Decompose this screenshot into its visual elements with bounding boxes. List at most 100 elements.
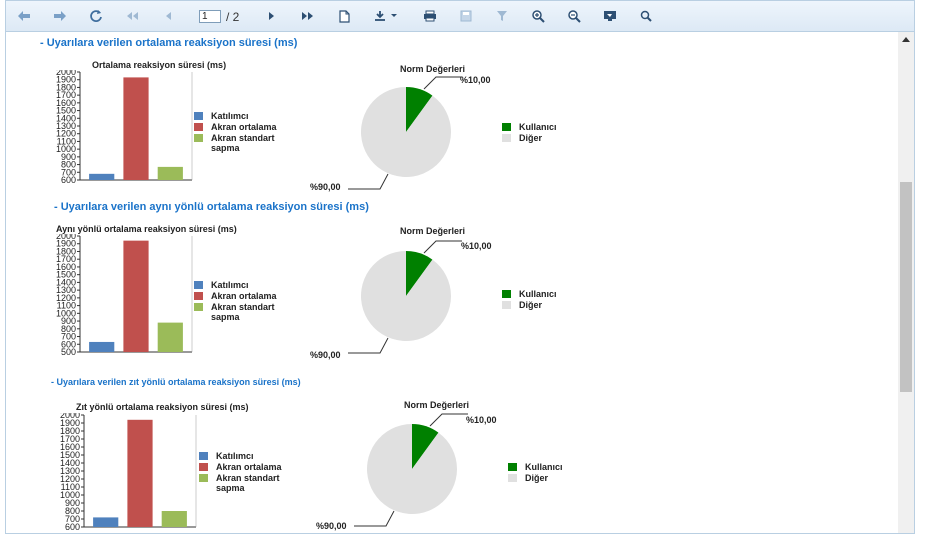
bar-legend: Katılımcı Akran ortalama Akran standart … xyxy=(199,451,288,494)
back-icon[interactable] xyxy=(14,7,34,25)
filter-icon[interactable] xyxy=(492,7,512,25)
save-icon[interactable] xyxy=(456,7,476,25)
page-total: / 2 xyxy=(226,10,240,24)
legend-item: Kullanıcı xyxy=(502,122,557,132)
download-icon[interactable] xyxy=(370,7,402,25)
legend-item: Akran ortalama xyxy=(199,462,288,472)
legend-label: Akran standart sapma xyxy=(211,302,275,322)
legend-item: Katılımcı xyxy=(194,280,283,290)
search-icon[interactable] xyxy=(636,7,656,25)
legend-label: Akran ortalama xyxy=(216,462,282,472)
screen-icon[interactable] xyxy=(600,7,620,25)
pie-legend: Kullanıcı Diğer xyxy=(508,462,563,484)
leader-line xyxy=(348,173,389,190)
legend-item: Diğer xyxy=(508,473,563,483)
section-title: - Uyarılara verilen zıt yönlü ortalama r… xyxy=(51,377,301,387)
pie-label-large: %90,00 xyxy=(316,521,347,531)
y-tick-label: 2000 xyxy=(56,234,76,241)
legend-item: Akran standart sapma xyxy=(199,473,288,493)
legend-label: Katılımcı xyxy=(216,451,254,461)
zoom-out-icon[interactable] xyxy=(564,7,584,25)
new-document-icon[interactable] xyxy=(334,7,354,25)
legend-swatch xyxy=(194,112,203,120)
next-page-icon[interactable] xyxy=(262,7,282,25)
y-tick-label: 2000 xyxy=(60,413,80,420)
bar-chart-title: Zıt yönlü ortalama reaksiyon süresi (ms) xyxy=(76,402,249,412)
pie-slice xyxy=(361,87,451,177)
bar-chart-title: Ortalama reaksiyon süresi (ms) xyxy=(92,60,227,70)
pie-legend: Kullanıcı Diğer xyxy=(502,122,557,144)
bar xyxy=(157,322,183,352)
print-icon[interactable] xyxy=(420,7,440,25)
legend-label: Akran ortalama xyxy=(211,291,277,301)
pie-slice xyxy=(367,424,457,514)
leader-line xyxy=(423,240,462,254)
legend-swatch xyxy=(502,301,511,309)
first-page-icon[interactable] xyxy=(122,7,142,25)
legend-item: Kullanıcı xyxy=(508,462,563,472)
legend-swatch xyxy=(194,303,203,311)
legend-label: Katılımcı xyxy=(211,111,249,121)
pie-label-large: %90,00 xyxy=(310,182,341,192)
bar-chart: 6007008009001000110012001300140015001600… xyxy=(56,70,193,185)
section-title: - Uyarılara verilen aynı yönlü ortalama … xyxy=(54,201,369,213)
bar-chart: 6007008009001000110012001300140015001600… xyxy=(60,413,197,532)
legend-label: Akran standart sapma xyxy=(211,133,275,153)
pie-label-large: %90,00 xyxy=(310,350,341,360)
zoom-in-icon[interactable] xyxy=(528,7,548,25)
legend-swatch xyxy=(502,134,511,142)
prev-page-icon[interactable] xyxy=(158,7,178,25)
legend-swatch xyxy=(194,281,203,289)
legend-swatch xyxy=(194,134,203,142)
bar-chart-title: Aynı yönlü ortalama reaksiyon süresi (ms… xyxy=(56,224,237,234)
report-section: - Uyarılara verilen zıt yönlü ortalama r… xyxy=(6,373,900,533)
legend-swatch xyxy=(194,123,203,131)
page-number-input[interactable] xyxy=(199,10,221,23)
scrollbar-thumb[interactable] xyxy=(900,182,912,392)
bar xyxy=(93,517,119,527)
refresh-icon[interactable] xyxy=(86,7,106,25)
legend-item: Akran ortalama xyxy=(194,122,283,132)
leader-line xyxy=(348,337,389,354)
legend-label: Kullanıcı xyxy=(519,289,557,299)
legend-label: Kullanıcı xyxy=(525,462,563,472)
bar xyxy=(127,419,153,527)
pie-chart-title: Norm Değerleri xyxy=(400,226,466,236)
pie-label-small: %10,00 xyxy=(466,415,497,425)
pie-legend: Kullanıcı Diğer xyxy=(502,289,557,311)
bar xyxy=(89,341,115,352)
pie-slice xyxy=(361,251,451,341)
legend-swatch xyxy=(199,474,208,482)
legend-swatch xyxy=(199,452,208,460)
leader-line xyxy=(429,413,468,427)
bar xyxy=(123,77,149,180)
legend-label: Akran standart sapma xyxy=(216,473,280,493)
legend-item: Katılımcı xyxy=(199,451,288,461)
legend-label: Diğer xyxy=(519,133,543,143)
report-section: - Uyarılara verilen ortalama reaksiyon s… xyxy=(6,32,900,200)
bar xyxy=(161,511,187,527)
legend-label: Akran ortalama xyxy=(211,122,277,132)
legend-item: Akran standart sapma xyxy=(194,302,283,322)
bar-chart: 5006007008009001000110012001300140015001… xyxy=(56,234,193,357)
legend-item: Akran ortalama xyxy=(194,291,283,301)
legend-swatch xyxy=(508,463,517,471)
legend-swatch xyxy=(502,123,511,131)
legend-label: Katılımcı xyxy=(211,280,249,290)
vertical-scrollbar[interactable] xyxy=(898,32,914,533)
legend-label: Kullanıcı xyxy=(519,122,557,132)
section-title: - Uyarılara verilen ortalama reaksiyon s… xyxy=(40,37,298,49)
legend-swatch xyxy=(194,292,203,300)
pie-chart xyxy=(354,413,468,527)
bar xyxy=(157,166,183,180)
bar xyxy=(123,240,149,352)
last-page-icon[interactable] xyxy=(298,7,318,25)
pie-chart xyxy=(348,240,462,354)
leader-line xyxy=(354,510,395,527)
scroll-up-icon[interactable] xyxy=(898,32,914,46)
legend-item: Diğer xyxy=(502,133,557,143)
leader-line xyxy=(423,76,462,90)
y-tick-label: 2000 xyxy=(56,70,76,77)
forward-icon[interactable] xyxy=(50,7,70,25)
legend-swatch xyxy=(199,463,208,471)
